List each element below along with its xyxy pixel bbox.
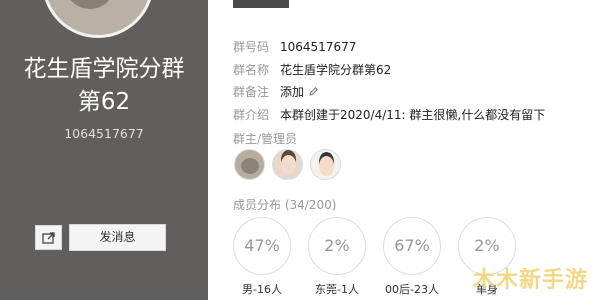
group-profile-panel: 花生盾学院分群 第62 1064517677 发消息 [0, 0, 208, 300]
send-message-button[interactable]: 发消息 [69, 224, 166, 251]
share-icon [41, 232, 55, 244]
stat-percent: 2% [308, 217, 366, 275]
stat-label: 00后-23人 [385, 283, 439, 296]
group-name: 花生盾学院分群 第62 [0, 53, 208, 119]
info-label: 群介绍 [233, 108, 270, 122]
info-label: 群备注 [233, 85, 270, 99]
stat-region[interactable]: 2% 东莞-1人 [307, 217, 367, 297]
admin-avatar[interactable] [310, 149, 341, 180]
stat-label: 男-16人 [242, 283, 282, 296]
group-cover-thumbnail [233, 0, 289, 8]
info-label: 群号码 [233, 40, 270, 54]
info-label: 群名称 [233, 63, 270, 77]
group-name-line1: 花生盾学院分群 [23, 56, 185, 82]
stat-age[interactable]: 67% 00后-23人 [382, 217, 442, 297]
site-watermark: 木木新手游 [472, 268, 588, 293]
stat-gender[interactable]: 47% 男-16人 [232, 217, 292, 297]
group-number: 1064517677 [64, 126, 144, 141]
info-row-group-intro: 群介绍 本群创建于2020/4/11: 群主很懒,什么都没有留下 [233, 106, 545, 123]
admin-avatar[interactable] [272, 149, 303, 180]
stat-percent: 67% [383, 217, 441, 275]
info-value: 花生盾学院分群第62 [280, 63, 392, 77]
info-value: 本群创建于2020/4/11: 群主很懒,什么都没有留下 [280, 108, 546, 122]
info-row-group-number: 群号码 1064517677 [233, 38, 356, 55]
group-name-line2: 第62 [77, 89, 131, 115]
admin-avatar[interactable] [234, 149, 265, 180]
info-value: 1064517677 [280, 40, 357, 54]
members-title: 成员分布 (34/200) [233, 198, 337, 212]
edit-pencil-icon[interactable] [308, 86, 319, 100]
admin-list [234, 149, 341, 180]
admins-title: 群主/管理员 [233, 132, 298, 146]
stat-label: 东莞-1人 [315, 283, 359, 296]
share-button[interactable] [35, 225, 62, 250]
stat-percent: 47% [233, 217, 291, 275]
info-row-group-remark: 群备注 添加 [233, 83, 319, 100]
group-avatar [42, 0, 154, 38]
info-row-group-name: 群名称 花生盾学院分群第62 [233, 61, 391, 78]
add-remark-link[interactable]: 添加 [280, 85, 304, 99]
